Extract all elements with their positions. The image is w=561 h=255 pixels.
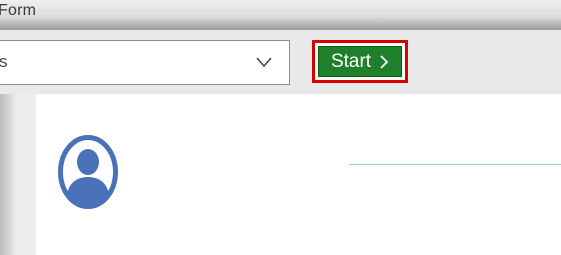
toolbar: s: [0, 30, 561, 94]
user-avatar-icon: [58, 135, 118, 209]
app-window: Form s Start: [0, 0, 561, 255]
window-title: Form: [0, 2, 37, 19]
window-edge-shadow: [0, 94, 14, 255]
start-button-highlight: Start: [312, 40, 408, 83]
chevron-down-icon[interactable]: [255, 55, 273, 69]
content-divider: [349, 164, 561, 165]
selection-dropdown[interactable]: s: [0, 40, 290, 85]
start-button[interactable]: Start: [318, 46, 402, 77]
left-panel: [14, 94, 37, 255]
start-button-label: Start: [330, 50, 372, 72]
chevron-right-icon: [380, 54, 389, 69]
dropdown-value: s: [0, 52, 8, 71]
title-bar: Form: [0, 0, 561, 30]
